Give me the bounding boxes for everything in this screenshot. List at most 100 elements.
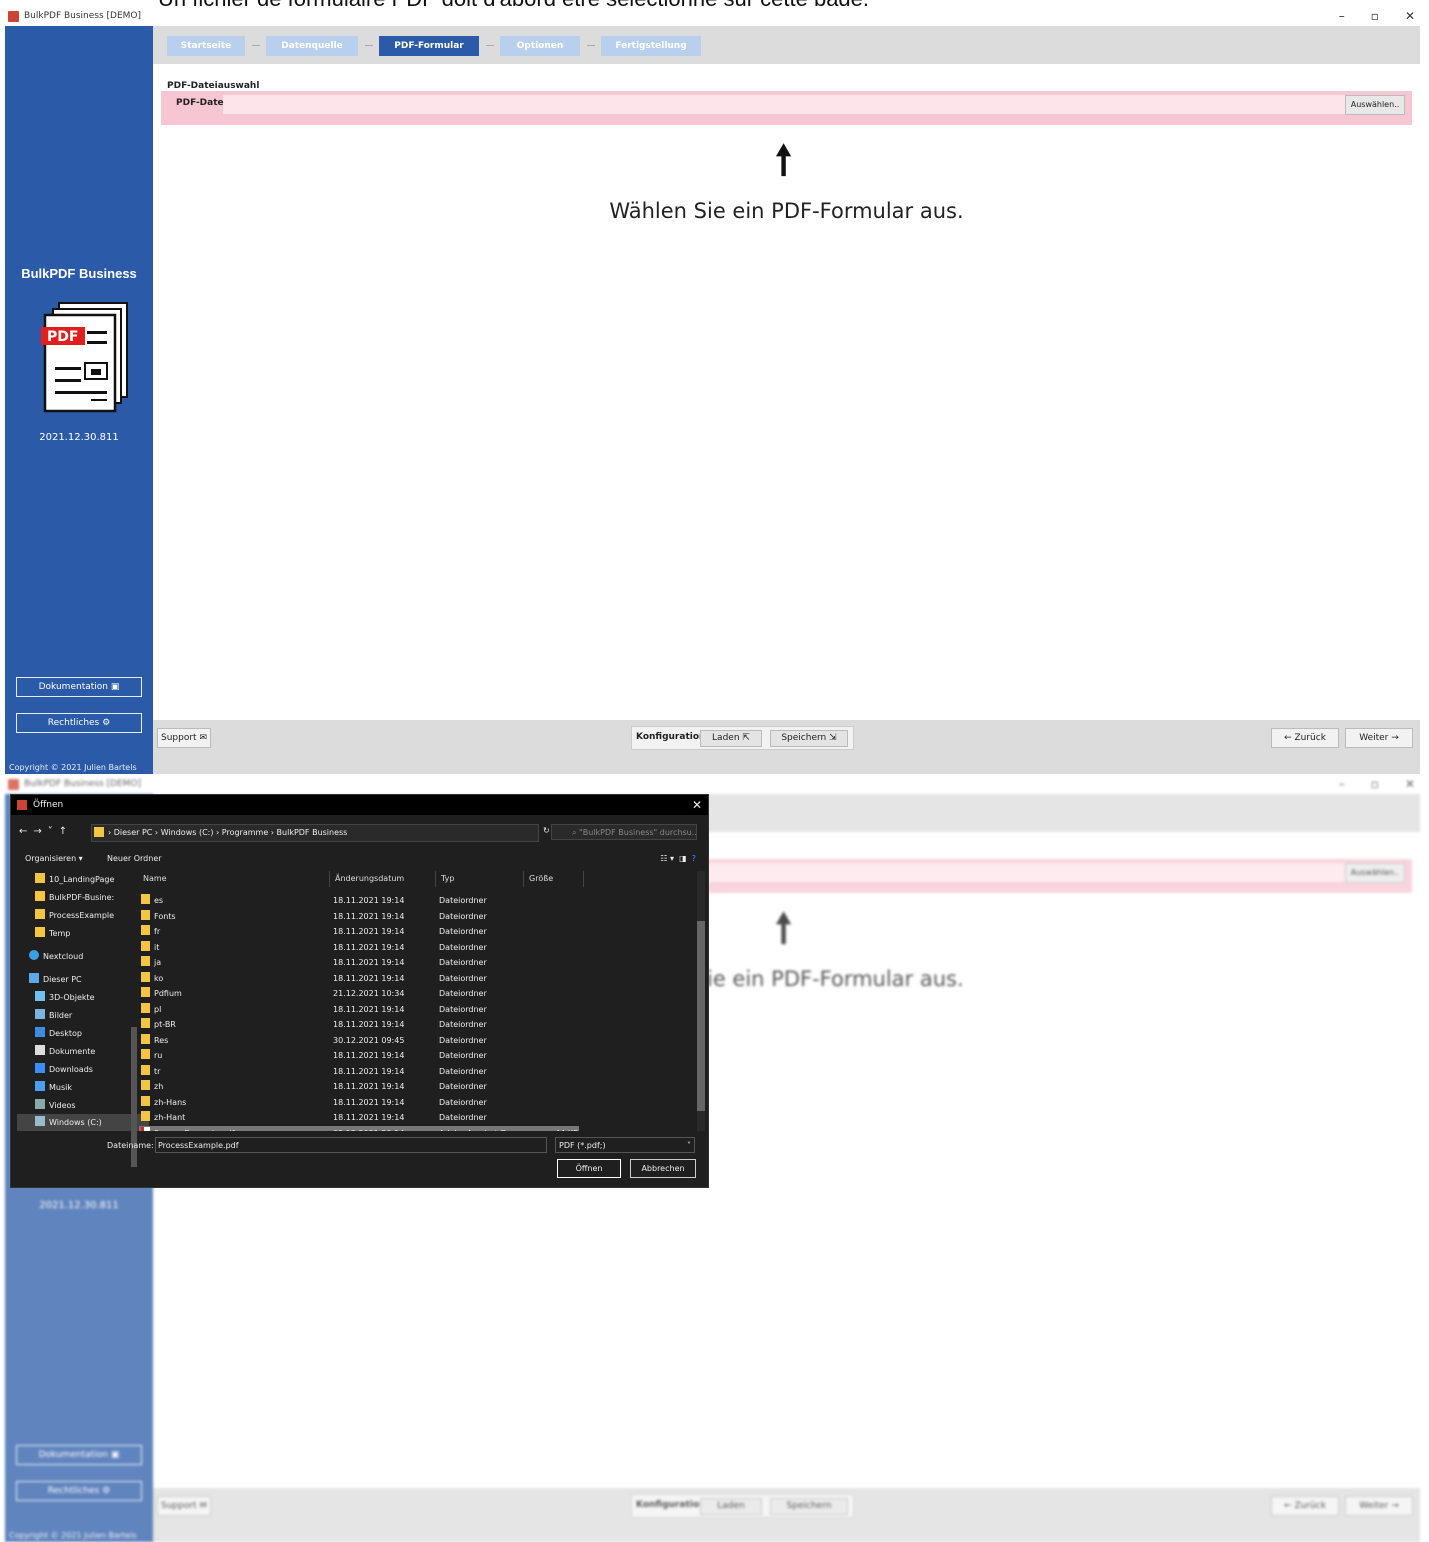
- new-folder-button[interactable]: Neuer Ordner: [107, 854, 162, 863]
- nav-item-bulkpdf[interactable]: BulkPDF-Busine:: [35, 889, 114, 906]
- minimize-icon[interactable]: –: [1339, 774, 1345, 794]
- path-field[interactable]: › Dieser PC › Windows (C:) › Programme ›…: [91, 824, 539, 842]
- documentation-button[interactable]: Dokumentation ▣: [16, 1445, 142, 1465]
- file-row[interactable]: pl 18.11.2021 19:14 Dateiordner: [139, 1002, 579, 1017]
- step-datenquelle[interactable]: Datenquelle: [266, 36, 358, 56]
- sidebar: BulkPDF Business PDF 2021.12.30.811 Doku…: [5, 26, 153, 774]
- column-type[interactable]: Typ: [441, 871, 454, 887]
- file-list: Name Änderungsdatum Typ Größe es 18.11.20…: [139, 871, 705, 1131]
- nav-item-3d-objects[interactable]: 3D-Objekte: [35, 989, 95, 1006]
- nav-item-nextcloud[interactable]: Nextcloud: [29, 948, 83, 965]
- version-label: 2021.12.30.811: [39, 432, 119, 443]
- preview-pane-icon[interactable]: ◨: [679, 854, 687, 863]
- legal-button[interactable]: Rechtliches ⚙: [16, 713, 142, 733]
- crumb-windows-c[interactable]: Windows (C:): [161, 828, 214, 837]
- content-area: PDF-Dateiauswahl PDF-Datei: Auswählen.. …: [153, 64, 1420, 720]
- support-button[interactable]: Support ✉: [157, 728, 211, 748]
- nav-item-downloads[interactable]: Downloads: [35, 1061, 93, 1078]
- file-row[interactable]: Fonts 18.11.2021 19:14 Dateiordner: [139, 909, 579, 924]
- nav-item-documents[interactable]: Dokumente: [35, 1043, 95, 1060]
- nav-item-pictures[interactable]: Bilder: [35, 1007, 72, 1024]
- configuration-panel: Konfiguration: Laden ⇱ Speichern ⇲: [631, 726, 854, 750]
- file-row[interactable]: zh-Hans 18.11.2021 19:14 Dateiordner: [139, 1095, 579, 1110]
- back-button[interactable]: ← Zurück: [1271, 728, 1339, 748]
- file-row[interactable]: zh 18.11.2021 19:14 Dateiordner: [139, 1079, 579, 1094]
- file-row[interactable]: Res 30.12.2021 09:45 Dateiordner: [139, 1033, 579, 1048]
- file-row[interactable]: ja 18.11.2021 19:14 Dateiordner: [139, 955, 579, 970]
- help-icon[interactable]: ?: [692, 854, 696, 863]
- legal-button[interactable]: Rechtliches ⚙: [16, 1481, 142, 1501]
- nav-item-temp[interactable]: Temp: [35, 925, 70, 942]
- step-fertigstellung[interactable]: Fertigstellung: [601, 36, 701, 56]
- file-row[interactable]: es 18.11.2021 19:14 Dateiordner: [139, 893, 579, 908]
- navigation-arrows-icon[interactable]: ←→˅↑: [19, 826, 73, 837]
- download-icon: [35, 1063, 45, 1073]
- copyright-text: Copyright © 2021 Julien Bartels: [9, 1531, 137, 1540]
- close-icon[interactable]: ✕: [1405, 774, 1415, 794]
- cancel-button[interactable]: Abbrechen: [630, 1159, 696, 1178]
- close-icon[interactable]: ✕: [692, 795, 702, 815]
- nav-item-music[interactable]: Musik: [35, 1079, 72, 1096]
- folder-icon: [141, 1033, 150, 1044]
- nav-item-this-pc[interactable]: Dieser PC: [29, 971, 82, 988]
- music-icon: [35, 1081, 45, 1091]
- organize-button[interactable]: Organisieren ▾: [25, 854, 83, 863]
- crumb-this-pc[interactable]: Dieser PC: [114, 828, 153, 837]
- maximize-icon[interactable]: ▫: [1371, 774, 1379, 794]
- file-row[interactable]: it 18.11.2021 19:14 Dateiordner: [139, 940, 579, 955]
- column-date[interactable]: Änderungsdatum: [335, 871, 404, 887]
- save-button[interactable]: Speichern: [770, 1498, 848, 1515]
- crumb-programme[interactable]: Programme: [222, 828, 268, 837]
- file-row[interactable]: tr 18.11.2021 19:14 Dateiordner: [139, 1064, 579, 1079]
- search-input[interactable]: ⌕ "BulkPDF Business" durchsu...: [551, 824, 697, 840]
- file-list-scrollbar[interactable]: [697, 871, 705, 1131]
- maximize-icon[interactable]: ▫: [1371, 6, 1379, 26]
- browse-button[interactable]: Auswählen..: [1345, 95, 1405, 115]
- load-button[interactable]: Laden: [700, 1498, 762, 1515]
- file-row[interactable]: fr 18.11.2021 19:14 Dateiordner: [139, 924, 579, 939]
- step-optionen[interactable]: Optionen: [500, 36, 580, 56]
- file-row[interactable]: zh-Hant 18.11.2021 19:14 Dateiordner: [139, 1110, 579, 1125]
- nav-item-landingpage[interactable]: 10_LandingPage: [35, 871, 114, 888]
- next-button[interactable]: Weiter →: [1345, 1496, 1413, 1516]
- step-pdf-formular[interactable]: PDF-Formular: [379, 36, 479, 56]
- folder-icon: [141, 1080, 150, 1090]
- open-button[interactable]: Öffnen: [557, 1159, 621, 1178]
- nav-item-desktop[interactable]: Desktop: [35, 1025, 82, 1042]
- drive-icon: [35, 1116, 45, 1126]
- nav-item-videos[interactable]: Videos: [35, 1097, 76, 1114]
- pdf-file-field[interactable]: [223, 95, 1348, 114]
- next-button[interactable]: Weiter →: [1345, 728, 1413, 748]
- filename-input[interactable]: ProcessExample.pdf: [155, 1137, 547, 1153]
- nav-item-windows-c[interactable]: Windows (C:): [17, 1114, 149, 1131]
- dialog-title: Öffnen: [33, 800, 64, 810]
- file-row[interactable]: ru 18.11.2021 19:14 Dateiordner: [139, 1048, 579, 1063]
- support-button[interactable]: Support ✉: [157, 1496, 211, 1516]
- folder-icon: [141, 909, 150, 920]
- folder-icon: [141, 1064, 150, 1075]
- step-startseite[interactable]: Startseite: [167, 36, 245, 56]
- documentation-button[interactable]: Dokumentation ▣: [16, 677, 142, 697]
- wizard-steps: Startseite Datenquelle PDF-Formular Opti…: [153, 26, 1420, 64]
- file-row[interactable]: pt-BR 18.11.2021 19:14 Dateiordner: [139, 1017, 579, 1032]
- group-title: PDF-Dateiauswahl: [167, 81, 260, 91]
- save-button[interactable]: Speichern ⇲: [770, 730, 848, 747]
- hint-text: Wählen Sie ein PDF-Formular aus.: [609, 199, 964, 223]
- filetype-select[interactable]: PDF (*.pdf;) ˅: [555, 1137, 695, 1153]
- refresh-icon[interactable]: ↻: [543, 826, 550, 835]
- folder-icon: [35, 891, 45, 901]
- view-options-icon[interactable]: ☷ ▾: [660, 854, 674, 863]
- nav-item-processexample[interactable]: ProcessExample: [35, 907, 114, 924]
- column-name[interactable]: Name: [143, 871, 167, 887]
- column-size[interactable]: Größe: [529, 871, 553, 887]
- file-row[interactable]: Pdfium 21.12.2021 10:34 Dateiordner: [139, 986, 579, 1001]
- back-button[interactable]: ← Zurück: [1271, 1496, 1339, 1516]
- file-row[interactable]: ko 18.11.2021 19:14 Dateiordner: [139, 971, 579, 986]
- minimize-icon[interactable]: –: [1339, 6, 1345, 26]
- load-button[interactable]: Laden ⇱: [700, 730, 762, 747]
- browse-button[interactable]: Auswählen..: [1345, 863, 1405, 883]
- crumb-bulkpdf[interactable]: BulkPDF Business: [277, 828, 348, 837]
- image-icon: [35, 1009, 45, 1019]
- close-icon[interactable]: ✕: [1405, 6, 1415, 26]
- file-row[interactable]: ProcessExample.pdf03.12.2021 20:14Adobe …: [139, 1125, 579, 1131]
